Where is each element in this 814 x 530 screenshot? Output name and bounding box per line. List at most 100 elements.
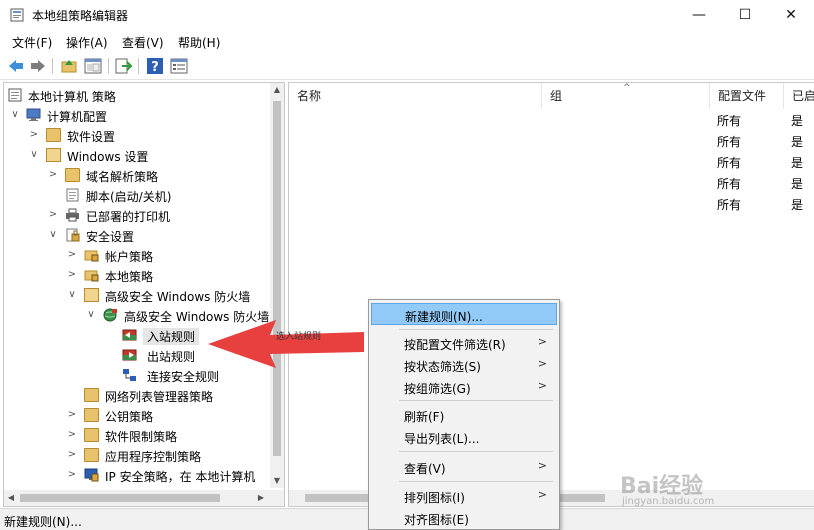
tree-label: 软件限制策略 (105, 430, 178, 444)
scroll-thumb[interactable] (273, 101, 281, 456)
tree-item-public-key[interactable]: > 公钥策略 (4, 405, 272, 425)
tree-label: 脚本(启动/关机) (86, 190, 172, 204)
menu-item-filter-profile[interactable]: 按配置文件筛选(R) > (371, 332, 557, 354)
folder-icon (84, 408, 99, 422)
chevron-down-icon[interactable]: ∨ (85, 308, 97, 322)
menu-item-filter-group[interactable]: 按组筛选(G) > (371, 376, 557, 398)
chevron-down-icon[interactable]: ∨ (66, 288, 78, 302)
chevron-right-icon[interactable]: > (66, 268, 78, 282)
menu-item-refresh[interactable]: 刷新(F) (371, 404, 557, 426)
column-header-name[interactable]: 名称 (289, 83, 542, 109)
scroll-down-icon[interactable]: ▼ (270, 474, 284, 488)
minimize-button[interactable]: — (676, 0, 722, 30)
tree-pane[interactable]: 本地计算机 策略 ∨ 计算机配置 > 软件设置 ∨ Windows 设置 > 域… (3, 82, 285, 507)
menu-file[interactable]: 文件(F) (12, 34, 52, 51)
menu-bar: 文件(F) 操作(A) 查看(V) 帮助(H) (0, 30, 814, 52)
tree-item-ip-security[interactable]: > IP 安全策略，在 本地计算机 (4, 465, 272, 485)
script-icon (65, 188, 80, 202)
context-menu[interactable]: 新建规则(N)... 按配置文件筛选(R) > 按状态筛选(S) > 按组筛选(… (368, 299, 560, 530)
tree-item-windows-settings[interactable]: ∨ Windows 设置 (4, 145, 272, 165)
cell-enabled: 是 (791, 177, 804, 191)
tree-label: 入站规则 (143, 328, 200, 345)
folder-lock-icon (84, 268, 99, 282)
forward-icon[interactable] (29, 57, 47, 75)
menu-item-view[interactable]: 查看(V) > (371, 456, 557, 478)
up-folder-icon[interactable] (60, 57, 78, 75)
chevron-down-icon[interactable]: ∨ (9, 108, 21, 122)
cell-profile: 所有 (717, 114, 742, 128)
app-icon (10, 8, 24, 22)
tree-horizontal-scrollbar[interactable]: ◀ ▶ (4, 490, 284, 506)
tree-item-software-settings[interactable]: > 软件设置 (4, 125, 272, 145)
menu-item-align-icons[interactable]: 对齐图标(E) (371, 507, 557, 529)
printer-icon (65, 208, 80, 222)
tree-item-name-resolution[interactable]: > 域名解析策略 (4, 165, 272, 185)
cell-enabled: 是 (791, 114, 804, 128)
export-list-icon[interactable] (114, 57, 133, 75)
chevron-right-icon[interactable]: > (66, 428, 78, 442)
firewall-globe-icon (103, 308, 118, 322)
properties-icon[interactable] (170, 57, 188, 75)
chevron-right-icon[interactable]: > (66, 408, 78, 422)
inbound-rules-icon (122, 328, 137, 342)
chevron-right-icon[interactable]: > (66, 468, 78, 482)
security-icon (65, 228, 80, 242)
tree-item-computer-config[interactable]: ∨ 计算机配置 (4, 105, 272, 125)
tree-item-local-policies[interactable]: > 本地策略 (4, 265, 272, 285)
tree-item-security-settings[interactable]: ∨ 安全设置 (4, 225, 272, 245)
chevron-down-icon[interactable]: ∨ (28, 148, 40, 162)
submenu-arrow-icon: > (537, 459, 547, 472)
scroll-left-icon[interactable]: ◀ (4, 490, 18, 506)
tree-item-software-restriction[interactable]: > 软件限制策略 (4, 425, 272, 445)
menu-item-new-rule[interactable]: 新建规则(N)... (371, 303, 557, 325)
chevron-right-icon[interactable]: > (66, 248, 78, 262)
column-header-profile[interactable]: 配置文件 (710, 83, 784, 109)
back-icon[interactable] (7, 57, 25, 75)
column-header-group[interactable]: 组 (542, 83, 710, 109)
chevron-right-icon[interactable]: > (47, 168, 59, 182)
cell-profile: 所有 (717, 177, 742, 191)
tree-item-printers[interactable]: > 已部署的打印机 (4, 205, 272, 225)
tree-item-local-policy[interactable]: 本地计算机 策略 (4, 85, 272, 105)
column-header-enabled[interactable]: 已启 (784, 83, 814, 109)
scroll-right-icon[interactable]: ▶ (254, 490, 268, 506)
chevron-down-icon[interactable]: ∨ (47, 228, 59, 242)
tree-label: 出站规则 (147, 350, 196, 364)
folder-open-icon (84, 288, 99, 302)
tree-label: 计算机配置 (47, 110, 108, 124)
maximize-button[interactable]: ☐ (722, 0, 768, 30)
menu-view[interactable]: 查看(V) (122, 34, 164, 51)
menu-item-arrange-icons[interactable]: 排列图标(I) > (371, 485, 557, 507)
submenu-arrow-icon: > (537, 335, 547, 348)
annotation-text: 选入站规则 (276, 332, 322, 342)
tree-item-network-list[interactable]: 网络列表管理器策略 (4, 385, 272, 405)
menu-item-filter-state[interactable]: 按状态筛选(S) > (371, 354, 557, 376)
folder-icon (84, 428, 99, 442)
submenu-arrow-icon: > (537, 357, 547, 370)
submenu-arrow-icon: > (537, 379, 547, 392)
title-bar: 本地组策略编辑器 — ☐ ✕ (0, 0, 814, 30)
chevron-right-icon[interactable]: > (66, 448, 78, 462)
tree-item-firewall-folder[interactable]: ∨ 高级安全 Windows 防火墙 (4, 285, 272, 305)
menu-action[interactable]: 操作(A) (66, 34, 108, 51)
close-button[interactable]: ✕ (768, 0, 814, 30)
chevron-right-icon[interactable]: > (28, 128, 40, 142)
scroll-up-icon[interactable]: ▲ (270, 83, 284, 97)
show-hide-tree-icon[interactable] (84, 57, 102, 75)
menu-help[interactable]: 帮助(H) (178, 34, 220, 51)
tree-item-connection-security[interactable]: 连接安全规则 (4, 365, 272, 385)
tree-vertical-scrollbar[interactable]: ▲ ▼ (270, 83, 284, 488)
ip-security-icon (84, 468, 99, 482)
cell-profile: 所有 (717, 156, 742, 170)
tree-label: 本地策略 (105, 270, 154, 284)
tree-item-scripts[interactable]: 脚本(启动/关机) (4, 185, 272, 205)
tree-item-app-control[interactable]: > 应用程序控制策略 (4, 445, 272, 465)
status-text: 新建规则(N)... (4, 515, 82, 529)
toolbar: ? (0, 52, 814, 80)
scroll-thumb[interactable] (20, 494, 220, 502)
chevron-right-icon[interactable]: > (47, 208, 59, 222)
help-icon[interactable]: ? (146, 57, 164, 75)
connection-security-icon (122, 368, 137, 382)
tree-item-account-policies[interactable]: > 帐户策略 (4, 245, 272, 265)
menu-item-export-list[interactable]: 导出列表(L)... (371, 426, 557, 448)
